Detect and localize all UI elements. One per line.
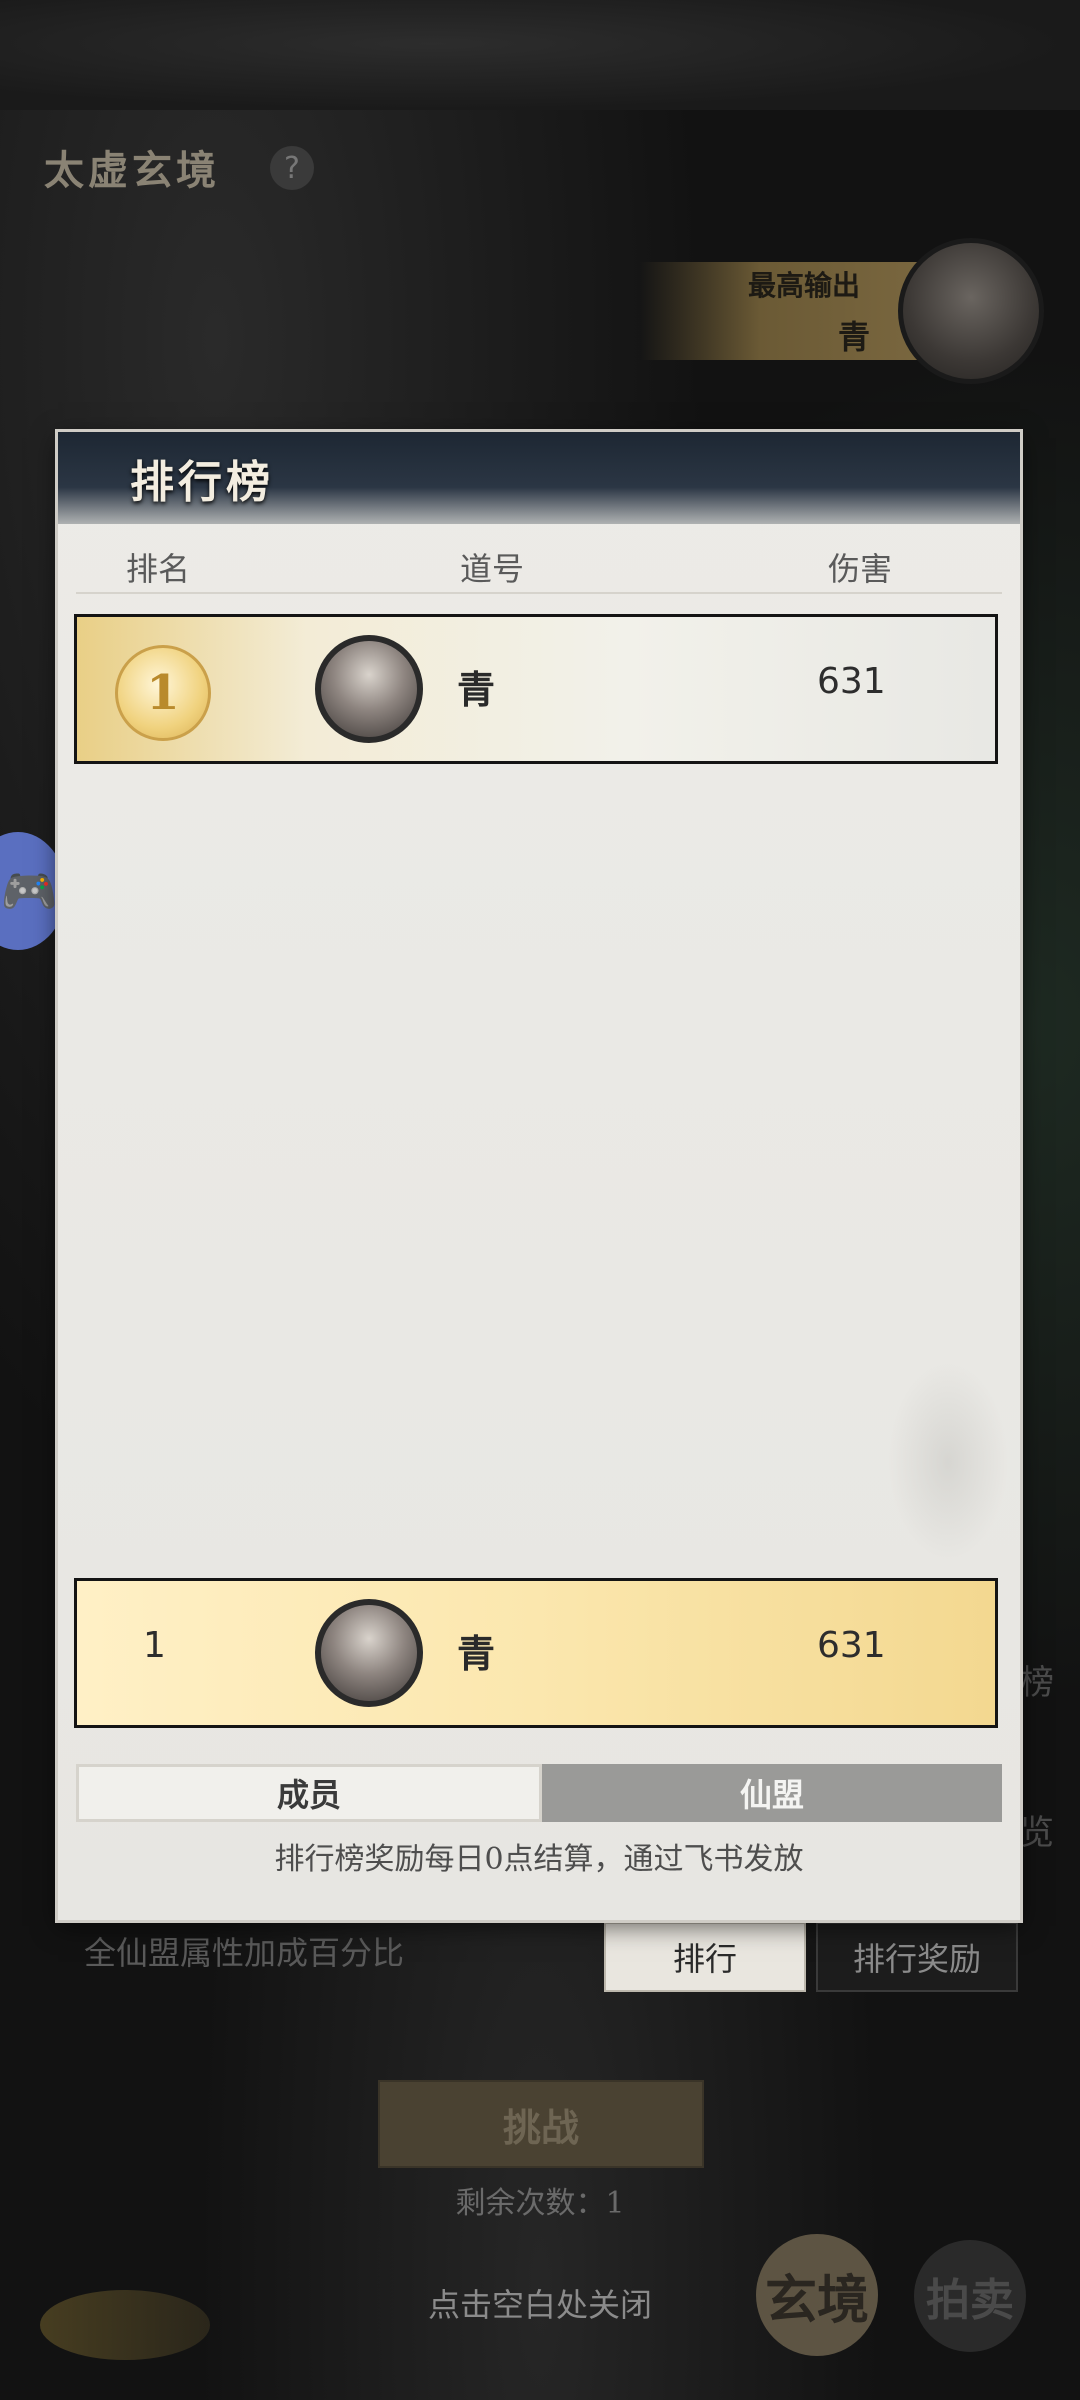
self-damage: 631	[817, 1625, 886, 1666]
ink-painting-decoration	[888, 1362, 1008, 1562]
realm-button[interactable]: 玄境	[756, 2234, 878, 2356]
challenge-button[interactable]: 挑战	[378, 2080, 704, 2168]
table-header: 排名 道号 伤害	[76, 534, 1002, 594]
modal-title: 排行榜	[130, 457, 274, 508]
player-name: 青	[457, 667, 496, 712]
column-name: 道号	[460, 550, 525, 588]
leaderboard-modal: 排行榜 排名 道号 伤害 1 青 631 1 青 631 成员 仙盟 排行榜奖励…	[58, 432, 1020, 1920]
segment-members[interactable]: 成员	[76, 1764, 542, 1822]
player-avatar	[315, 635, 423, 743]
tab-ranking[interactable]: 排行	[604, 1922, 806, 1992]
column-damage: 伤害	[828, 550, 893, 588]
scene-title: 太虚玄境	[44, 147, 220, 194]
side-ranking-label[interactable]: 榜	[1020, 1655, 1054, 1704]
self-rank-row[interactable]: 1 青 631	[74, 1578, 998, 1728]
remaining-attempts: 剩余次数：1	[455, 2186, 625, 2221]
tab-ranking-reward[interactable]: 排行奖励	[816, 1922, 1018, 1992]
top-output-avatar[interactable]	[898, 238, 1044, 384]
reward-settlement-note: 排行榜奖励每日0点结算，通过飞书发放	[274, 1842, 804, 1877]
modal-header: 排行榜	[58, 432, 1020, 524]
leaderboard-segment-control: 成员 仙盟	[76, 1764, 1002, 1822]
segment-alliance[interactable]: 仙盟	[542, 1764, 1002, 1822]
auction-button[interactable]: 拍卖	[914, 2240, 1026, 2352]
column-rank: 排名	[126, 550, 191, 588]
player-damage: 631	[817, 661, 886, 702]
side-preview-label[interactable]: 览	[1020, 1805, 1054, 1854]
help-icon[interactable]: ?	[270, 146, 314, 190]
gamepad-icon: 🎮	[0, 863, 58, 918]
self-name: 青	[457, 1631, 496, 1676]
top-banner-background	[0, 0, 1080, 110]
alliance-bonus-text: 全仙盟属性加成百分比	[84, 1934, 405, 1972]
self-rank: 1	[143, 1625, 166, 1666]
gold-medal-icon: 1	[115, 645, 211, 741]
self-avatar	[315, 1599, 423, 1707]
top-output-label: 最高输出	[748, 269, 861, 302]
top-output-name: 青	[838, 318, 871, 356]
leaderboard-row[interactable]: 1 青 631	[74, 614, 998, 764]
